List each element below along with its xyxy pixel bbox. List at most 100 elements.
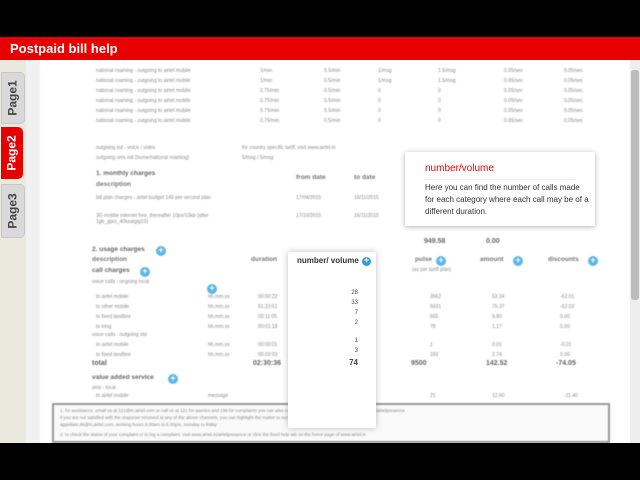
roaming-cell-c6: 0.05/sec: [564, 118, 583, 124]
usage-charges-title: 2. usage charges: [92, 246, 145, 253]
roaming-cell-c4: 0: [438, 108, 441, 114]
roaming-cell-c3: 0: [378, 108, 381, 114]
roaming-cell-c2: 0.5/min: [324, 98, 341, 104]
tooltip-text: Here you can find the number of calls ma…: [425, 183, 589, 216]
help-tooltip: number/volume Here you can find the numb…: [405, 152, 595, 226]
roaming-cell-c5: 0.05/sec: [504, 108, 523, 114]
voice-local-label: voice calls - ongoing local: [92, 279, 149, 285]
tab-page2[interactable]: Page2: [1, 127, 23, 179]
roaming-cell-c4: 0: [438, 98, 441, 104]
monthly-to-head: to date: [354, 174, 376, 181]
call-charges-title: call charges: [92, 267, 130, 274]
roaming-row: national roaming - outgoing to airtel mo…: [40, 96, 630, 106]
number-volume-value: 2: [354, 320, 358, 326]
usage-cell-pulse: 5031: [430, 304, 442, 310]
app-header: Postpaid bill help: [0, 37, 640, 60]
monthly-row-desc: 3G mobile internet free, thereafter 10ps…: [96, 213, 209, 225]
vas-title: value added service: [92, 374, 154, 381]
roaming-cell-c1: 0.75/min: [260, 98, 280, 104]
roaming-cell-c6: 0.05/sec: [564, 78, 583, 84]
tab-page3-label: Page3: [6, 193, 21, 229]
scrollbar-thumb[interactable]: [631, 70, 639, 300]
usage-total-label: total: [92, 360, 107, 367]
usage-cell-desc: to airtel mobile: [96, 342, 129, 348]
vas-row-discount: -11.40: [564, 393, 578, 399]
number-volume-value: 7: [354, 310, 358, 316]
monthly-subtotal: 949.58: [424, 238, 446, 245]
discounts-head: discounts: [548, 256, 579, 263]
roaming-cell-c2: 0.5/min: [324, 88, 341, 94]
usage-cell-unit: hh.mm.ss: [208, 304, 230, 310]
usage-cell-desc: to fixed landline: [96, 352, 131, 358]
roaming-cell-desc: national roaming - outgoing to airtel mo…: [96, 78, 191, 84]
monthly-subtotal-2: 0.00: [486, 238, 500, 245]
usage-total-pulse: 9500: [411, 360, 427, 367]
footer-line-4: 2. to check the status of your complaint…: [60, 432, 366, 437]
roaming-cell-c5: 0.05/sec: [504, 118, 523, 124]
tab-page3[interactable]: Page3: [1, 184, 25, 238]
roaming-cell-c1: 0.75/min: [260, 88, 280, 94]
roaming-cell-c5: 0.05/sec: [504, 88, 523, 94]
number-volume-value: 33: [351, 300, 358, 306]
roaming-cell-c3: 0: [378, 118, 381, 124]
roaming-cell-c5: 0.05/sec: [504, 78, 523, 84]
pulse-subhead: (as per tariff plan): [412, 267, 452, 273]
roaming-cell-c6: 0.05/sec: [564, 88, 583, 94]
roaming-cell-c2: 0.5/min: [324, 78, 341, 84]
letterbox-top: [0, 0, 640, 37]
number-volume-info-icon[interactable]: [362, 255, 371, 266]
roaming-cell-c6: 0.05/sec: [564, 108, 583, 114]
usage-cell-pulse: 183: [430, 352, 439, 358]
tab-page1[interactable]: Page1: [1, 72, 25, 124]
roaming-cell-c4: 1.5/msg: [438, 68, 456, 74]
sms-intl-desc: outgoing sms intl (home/national roaming…: [96, 155, 190, 161]
voice-video-desc: outgoing isd - voice / video: [96, 145, 156, 151]
usage-cell-pulse: 665: [430, 314, 439, 320]
roaming-cell-c1: 0.75/min: [260, 108, 280, 114]
main-stage: Page1 Page2 Page3 national roaming - out…: [0, 60, 640, 443]
amount-info-icon[interactable]: [513, 255, 523, 266]
tab-page1-label: Page1: [6, 80, 21, 116]
roaming-cell-c6: 0.05/sec: [564, 68, 583, 74]
roaming-cell-c1: 1/min: [260, 68, 273, 74]
roaming-cell-desc: national roaming - outgoing to airtel mo…: [96, 118, 191, 124]
roaming-cell-desc: national roaming - outgoing to airtel mo…: [96, 108, 191, 114]
roaming-cell-c4: 0: [438, 88, 441, 94]
roaming-cell-c2: 0.5/min: [324, 118, 341, 124]
page-tabs-sidebar: Page1 Page2 Page3: [0, 60, 26, 443]
usage-cell-duration: 00:00:01: [258, 342, 278, 348]
usage-cell-desc: to fixed landline: [96, 314, 131, 320]
usage-cell-discount: -62.03: [560, 304, 575, 310]
usage-cell-duration: 00:03:03: [258, 352, 278, 358]
usage-total-discount: -74.05: [556, 360, 576, 367]
roaming-cell-c5: 0.05/sec: [504, 98, 523, 104]
bill-scrollbar[interactable]: [630, 60, 640, 443]
discounts-info-icon[interactable]: [588, 255, 598, 266]
usage-cell-pulse: 1: [430, 342, 433, 348]
number-volume-value: 1: [354, 338, 358, 344]
voice-video-note: for country specific tariff, visit www.a…: [242, 145, 336, 151]
roaming-cell-c3: 1/msg: [378, 78, 392, 84]
monthly-row-desc: bill plan charges - airtel budget 149 pe…: [96, 195, 211, 201]
roaming-cell-c2: 0.5/min: [324, 68, 341, 74]
usage-cell-discount: -52.01: [560, 294, 575, 300]
tooltip-title: number/volume: [425, 163, 494, 174]
vas-row-pulse: 21: [430, 393, 436, 399]
roaming-cell-c4: 0: [438, 118, 441, 124]
usage-cell-amount: 9.80: [492, 314, 502, 320]
usage-cell-amount: 75.37: [492, 304, 505, 310]
usage-cell-duration: 00:00:22: [258, 294, 278, 300]
roaming-row: national roaming - outgoing to airtel mo…: [40, 66, 630, 76]
usage-cell-discount: 0.00: [560, 352, 570, 358]
usage-info-icon[interactable]: [156, 245, 166, 256]
duration-head: duration: [251, 256, 277, 263]
vas-row-amount: 12.60: [492, 393, 505, 399]
usage-cell-unit: hh.mm.ss: [208, 342, 230, 348]
usage-total-amount: 142.52: [486, 360, 508, 367]
sms-intl-value: 5/msg / 5/msg: [242, 155, 274, 161]
roaming-row: national roaming - outgoing to airtel mo…: [40, 106, 630, 116]
call-charges-info-icon[interactable]: [140, 266, 150, 277]
usage-cell-desc: to airtel mobile: [96, 294, 129, 300]
pulse-head: pulse: [415, 256, 432, 263]
monthly-desc-head: description: [96, 181, 132, 188]
